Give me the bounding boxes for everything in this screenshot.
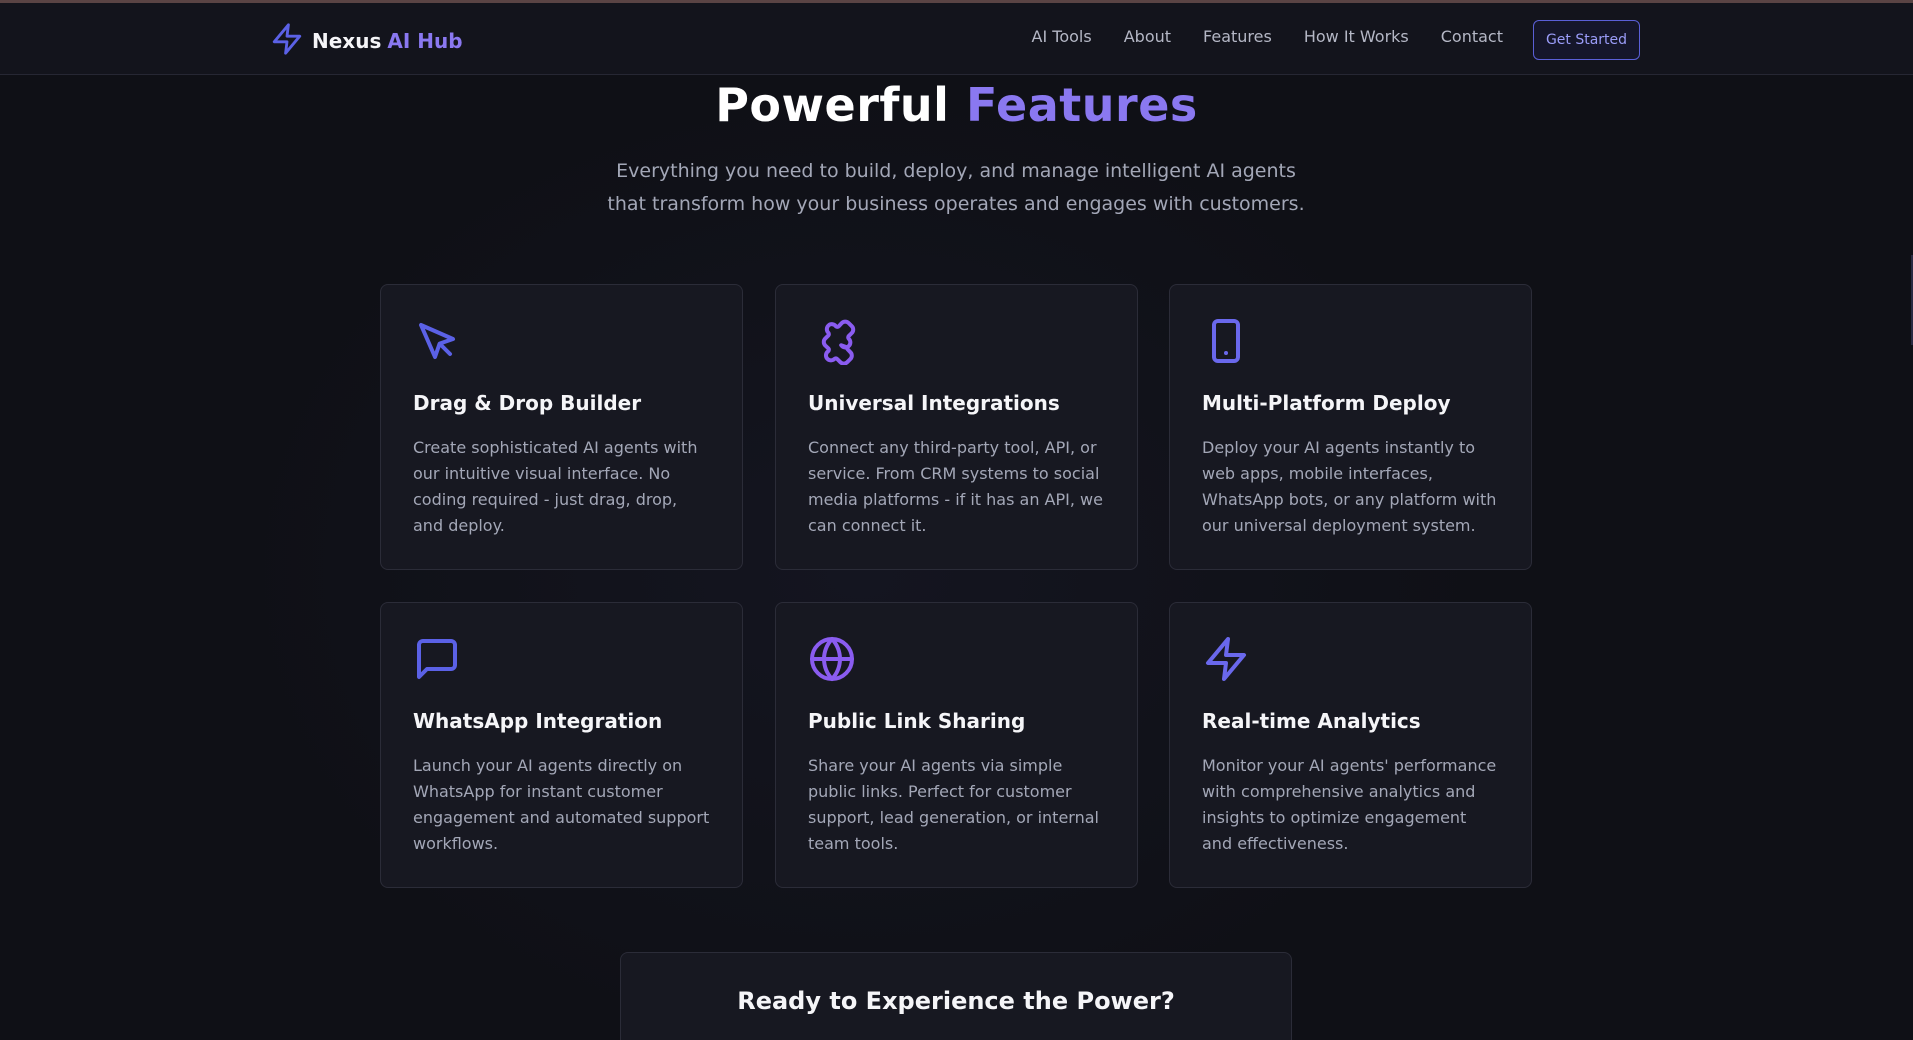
navbar: Nexus AI Hub AI Tools About Features How…: [0, 3, 1913, 75]
hero-subtitle: Everything you need to build, deploy, an…: [607, 160, 1305, 215]
nav-link-about[interactable]: About: [1124, 27, 1171, 46]
nav-link-ai-tools[interactable]: AI Tools: [1032, 27, 1092, 46]
feature-title: WhatsApp Integration: [413, 709, 663, 733]
feature-description: Monitor your AI agents' performance with…: [1202, 756, 1497, 853]
feature-title: Real-time Analytics: [1202, 709, 1421, 733]
brand-accent: AI Hub: [387, 29, 463, 53]
cta-title: Ready to Experience the Power?: [737, 987, 1175, 1015]
feature-title: Universal Integrations: [808, 391, 1060, 415]
feature-description: Launch your AI agents directly on WhatsA…: [413, 756, 710, 853]
nav-link-features[interactable]: Features: [1203, 27, 1272, 46]
lightning-icon: [270, 22, 304, 60]
smartphone-icon: [1202, 317, 1250, 365]
feature-card-drag-drop: Drag & Drop Builder Create sophisticated…: [380, 284, 743, 570]
brand-logo[interactable]: Nexus AI Hub: [270, 22, 463, 60]
feature-card-analytics: Real-time Analytics Monitor your AI agen…: [1169, 602, 1532, 888]
feature-card-multi-platform: Multi-Platform Deploy Deploy your AI age…: [1169, 284, 1532, 570]
feature-title: Multi-Platform Deploy: [1202, 391, 1451, 415]
nav-links: AI Tools About Features How It Works Con…: [1032, 27, 1503, 46]
feature-description: Create sophisticated AI agents with our …: [413, 438, 698, 535]
page-title: Powerful Features: [0, 78, 1913, 132]
nav-link-how-it-works[interactable]: How It Works: [1304, 27, 1409, 46]
feature-card-whatsapp: WhatsApp Integration Launch your AI agen…: [380, 602, 743, 888]
brand-name: Nexus: [312, 29, 382, 53]
get-started-button[interactable]: Get Started: [1533, 20, 1640, 60]
title-main: Powerful: [715, 78, 950, 132]
nav-link-contact[interactable]: Contact: [1441, 27, 1503, 46]
feature-card-public-link: Public Link Sharing Share your AI agents…: [775, 602, 1138, 888]
globe-icon: [808, 635, 856, 683]
puzzle-icon: [808, 317, 856, 366]
feature-title: Public Link Sharing: [808, 709, 1026, 733]
feature-description: Connect any third-party tool, API, or se…: [808, 438, 1103, 535]
lightning-icon: [1202, 635, 1250, 683]
feature-card-integrations: Universal Integrations Connect any third…: [775, 284, 1138, 570]
feature-description: Deploy your AI agents instantly to web a…: [1202, 438, 1497, 535]
title-accent: Features: [965, 78, 1198, 132]
cta-section: Ready to Experience the Power?: [620, 952, 1292, 1040]
feature-title: Drag & Drop Builder: [413, 391, 642, 415]
message-square-icon: [413, 635, 461, 683]
feature-description: Share your AI agents via simple public l…: [808, 756, 1099, 853]
cursor-pointer-icon: [413, 317, 461, 365]
